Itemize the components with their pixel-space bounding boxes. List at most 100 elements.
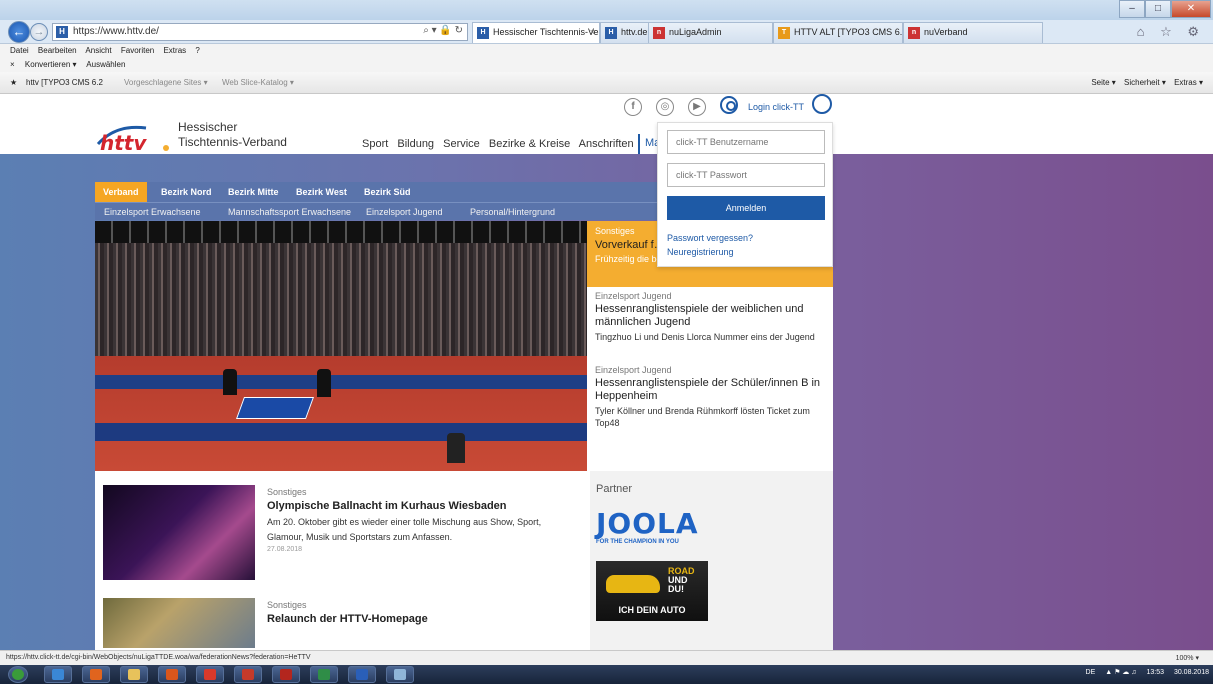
menu-datei[interactable]: Datei xyxy=(10,46,29,55)
minimize-button[interactable]: – xyxy=(1119,0,1145,18)
tab-nuverband[interactable]: n nuVerband xyxy=(903,22,1043,43)
taskbar: DE ▲ ⚑ ☁ ♫ 13:53 30.08.2018 xyxy=(0,665,1213,684)
facebook-icon[interactable]: f xyxy=(624,98,642,116)
forward-button[interactable]: → xyxy=(30,23,48,41)
browser-nav-row: ← → H https://www.httv.de/ ⌕ ▾ 🔒 ↻ H Hes… xyxy=(0,20,1213,44)
tab-httv-alt[interactable]: T HTTV ALT [TYPO3 CMS 6.2.30] xyxy=(773,22,903,43)
tab-favicon-icon: T xyxy=(778,27,790,39)
news-category: Einzelsport Jugend xyxy=(595,365,672,375)
nav-bezirke[interactable]: Bezirke & Kreise xyxy=(489,138,570,150)
news-subtitle: Tingzhuo Li und Denis Llorca Nummer eins… xyxy=(595,332,815,342)
favorite-httv[interactable]: httv [TYPO3 CMS 6.2 xyxy=(26,78,103,87)
news-item[interactable]: Einzelsport Jugend Hessenranglistenspiel… xyxy=(587,361,833,471)
hero-roof xyxy=(95,221,587,243)
subnav-einzelsport-jugend[interactable]: Einzelsport Jugend xyxy=(366,207,443,217)
nav-bildung[interactable]: Bildung xyxy=(397,138,434,150)
browser-tools-icons[interactable]: ⌂ ☆ ⚙ xyxy=(1137,24,1205,40)
news-title[interactable]: Hessenranglistenspiele der weiblichen un… xyxy=(595,303,825,329)
nav-anschriften[interactable]: Anschriften xyxy=(579,138,634,150)
subnav-bezirk-mitte[interactable]: Bezirk Mitte xyxy=(228,187,279,197)
language-indicator[interactable]: DE xyxy=(1086,669,1096,676)
tab-close-icon[interactable]: × xyxy=(590,27,595,37)
system-tray: DE ▲ ⚑ ☁ ♫ 13:53 30.08.2018 xyxy=(1078,668,1209,676)
httv-logo[interactable]: httv xyxy=(96,122,171,154)
article-title[interactable]: Relaunch der HTTV-Homepage xyxy=(267,613,562,625)
logo-text: httv xyxy=(100,131,147,154)
close-cmd-icon[interactable]: × xyxy=(10,60,15,69)
subnav-personal[interactable]: Personal/Hintergrund xyxy=(470,207,555,217)
menu-extras[interactable]: Extras xyxy=(163,46,186,55)
article-thumbnail[interactable] xyxy=(103,598,255,648)
menu-help[interactable]: ? xyxy=(195,46,199,55)
instagram-icon[interactable]: ◎ xyxy=(656,98,674,116)
zoom-level[interactable]: 100% ▾ xyxy=(1176,654,1199,662)
word-taskbar-icon[interactable] xyxy=(348,666,376,683)
window-controls: – □ ✕ xyxy=(1119,0,1211,18)
site-header: httv Hessischer Tischtennis-Verband Spor… xyxy=(0,94,1213,154)
tab-favicon-icon: n xyxy=(908,27,920,39)
register-link[interactable]: Neuregistrierung xyxy=(667,247,734,257)
article-thumbnail[interactable] xyxy=(103,485,255,580)
start-button[interactable] xyxy=(8,666,28,683)
youtube-icon[interactable]: ▶ xyxy=(688,98,706,116)
security-menu[interactable]: Sicherheit ▾ xyxy=(1124,78,1166,87)
subnav-bezirk-nord[interactable]: Bezirk Nord xyxy=(161,187,212,197)
clock-date[interactable]: 30.08.2018 xyxy=(1174,669,1209,676)
explorer-taskbar-icon[interactable] xyxy=(120,666,148,683)
tab-label: httv.de xyxy=(621,27,648,37)
username-field[interactable] xyxy=(667,130,825,154)
address-tools-icons[interactable]: ⌕ ▾ 🔒 ↻ xyxy=(423,25,463,36)
player-figure xyxy=(223,369,237,395)
forgot-password-link[interactable]: Passwort vergessen? xyxy=(667,233,753,243)
back-button[interactable]: ← xyxy=(8,21,30,43)
acrobat-taskbar-icon[interactable] xyxy=(272,666,300,683)
article-text: Sonstiges Relaunch der HTTV-Homepage xyxy=(267,600,562,625)
nav-sport[interactable]: Sport xyxy=(362,138,388,150)
clock-time[interactable]: 13:53 xyxy=(1146,669,1164,676)
address-url[interactable]: https://www.httv.de/ xyxy=(73,26,159,37)
convert-command[interactable]: Konvertieren ▾ xyxy=(25,60,77,69)
ie-taskbar-icon[interactable] xyxy=(44,666,72,683)
favorite-suggested[interactable]: Vorgeschlagene Sites ▾ xyxy=(124,78,208,87)
subnav-einzelsport-erw[interactable]: Einzelsport Erwachsene xyxy=(104,207,201,217)
page-menu[interactable]: Seite ▾ xyxy=(1091,78,1115,87)
subnav-mannschaft-erw[interactable]: Mannschaftssport Erwachsene xyxy=(228,207,351,217)
tab-nuligaadmin[interactable]: n nuLigaAdmin xyxy=(648,22,773,43)
address-bar[interactable]: H https://www.httv.de/ ⌕ ▾ 🔒 ↻ xyxy=(52,23,468,41)
office-taskbar-icon[interactable] xyxy=(82,666,110,683)
news-title[interactable]: Hessenranglistenspiele der Schüler/innen… xyxy=(595,377,825,403)
joola-logo[interactable]: JOOLA FOR THE CHAMPION IN YOU xyxy=(596,509,706,551)
password-field[interactable] xyxy=(667,163,825,187)
favorites-star-icon[interactable]: ★ xyxy=(10,78,17,87)
extras-menu[interactable]: Extras ▾ xyxy=(1174,78,1203,87)
select-command[interactable]: Auswählen xyxy=(86,60,125,69)
article-title[interactable]: Olympische Ballnacht im Kurhaus Wiesbade… xyxy=(267,500,562,512)
tab-favicon-icon: H xyxy=(477,27,489,39)
web-page: httv Hessischer Tischtennis-Verband Spor… xyxy=(0,94,1213,650)
chrome-taskbar-icon[interactable] xyxy=(196,666,224,683)
tab-hessischer[interactable]: H Hessischer Tischtennis-Ver... × xyxy=(472,22,600,43)
subnav-bezirk-sued[interactable]: Bezirk Süd xyxy=(364,187,411,197)
menu-bearbeiten[interactable]: Bearbeiten xyxy=(38,46,77,55)
road-ad-banner[interactable]: ROAD UND DU! ICH DEIN AUTO xyxy=(596,561,708,621)
pingpong-table xyxy=(235,397,315,419)
app-taskbar-icon[interactable] xyxy=(386,666,414,683)
close-window-button[interactable]: ✕ xyxy=(1171,0,1211,18)
menu-favoriten[interactable]: Favoriten xyxy=(121,46,154,55)
tab-favicon-icon: H xyxy=(605,27,617,39)
subnav-verband[interactable]: Verband xyxy=(95,182,147,202)
nav-service[interactable]: Service xyxy=(443,138,480,150)
menu-ansicht[interactable]: Ansicht xyxy=(85,46,111,55)
tray-icons[interactable]: ▲ ⚑ ☁ ♫ xyxy=(1105,669,1136,676)
firefox-taskbar-icon[interactable] xyxy=(158,666,186,683)
hero-image[interactable] xyxy=(95,221,587,471)
tab-label: nuVerband xyxy=(924,27,968,37)
favorite-webslice[interactable]: Web Slice-Katalog ▾ xyxy=(222,78,294,87)
excel-taskbar-icon[interactable] xyxy=(310,666,338,683)
login-submit-button[interactable]: Anmelden xyxy=(667,196,825,220)
subnav-bezirk-west[interactable]: Bezirk West xyxy=(296,187,347,197)
media-taskbar-icon[interactable] xyxy=(234,666,262,683)
maximize-button[interactable]: □ xyxy=(1145,0,1171,18)
hero-boards-front xyxy=(95,423,587,441)
news-item[interactable]: Einzelsport Jugend Hessenranglistenspiel… xyxy=(587,287,833,361)
